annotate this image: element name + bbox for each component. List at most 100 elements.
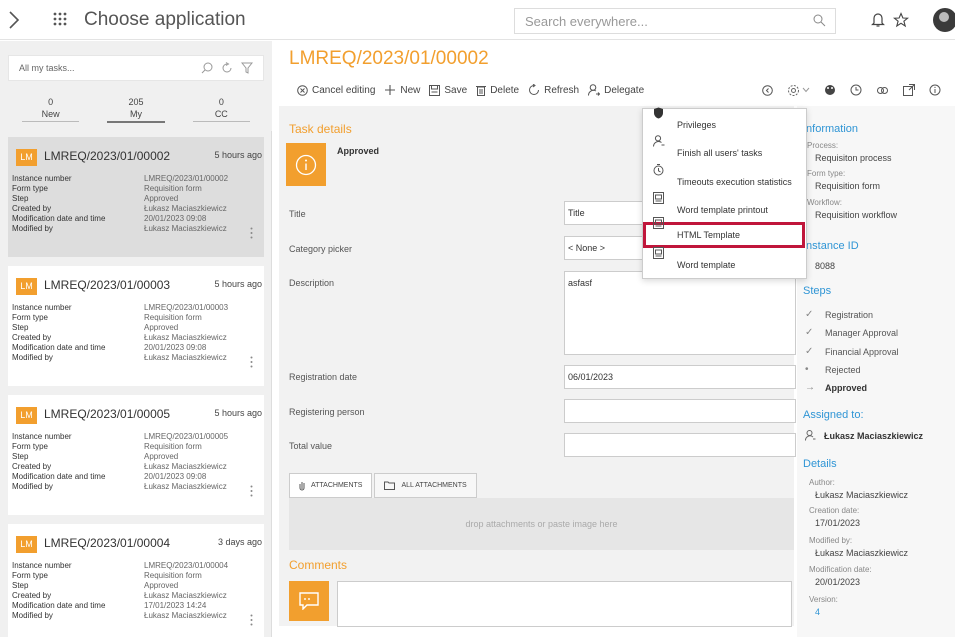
row-value: Approved: [144, 194, 179, 203]
more-options-icon[interactable]: [250, 356, 253, 368]
task-card[interactable]: LM LMREQ/2023/01/00003 5 hours ago Instance…: [8, 266, 264, 386]
star-icon[interactable]: [893, 12, 909, 28]
cancel-editing-button[interactable]: Cancel editing: [297, 85, 375, 96]
user-avatar[interactable]: [933, 8, 955, 32]
external-window-icon[interactable]: [903, 84, 915, 96]
chevron-right-icon[interactable]: [8, 11, 20, 29]
menu-item-label: Timeouts execution statistics: [677, 177, 792, 187]
row-key: Form type: [12, 571, 49, 580]
counter-new[interactable]: 0 New: [8, 96, 93, 124]
process-key: Process:: [807, 141, 839, 150]
task-card-row: Modification date and time 20/01/2023 09:…: [12, 214, 252, 224]
menu-item-word-template-printout[interactable]: Word template printout: [643, 192, 806, 222]
search-icon[interactable]: [201, 62, 213, 74]
refresh-icon[interactable]: [221, 62, 233, 74]
title-label: Title: [289, 209, 306, 219]
workflow-key: Workflow:: [807, 198, 842, 207]
delegate-button[interactable]: Delegate: [588, 84, 644, 96]
row-value: LMREQ/2023/01/00004: [144, 561, 229, 570]
task-id: LMREQ/2023/01/00005: [44, 407, 171, 421]
row-value: Łukasz Maciaszkiewicz: [144, 333, 227, 342]
description-textarea[interactable]: asfasf: [564, 271, 796, 355]
task-id: LMREQ/2023/01/00003: [44, 278, 171, 292]
row-key: Instance number: [12, 303, 72, 312]
task-card-row: Modified by Łukasz Maciaszkiewicz: [12, 224, 252, 234]
tab-attachments[interactable]: ATTACHMENTS: [289, 473, 373, 498]
version-value[interactable]: 4: [815, 607, 820, 617]
comment-input[interactable]: [337, 581, 792, 627]
attachment-drop-zone[interactable]: drop attachments or paste image here: [289, 498, 794, 550]
filter-icon[interactable]: [241, 62, 253, 74]
more-options-icon[interactable]: [250, 485, 253, 497]
author-value: Łukasz Maciaszkiewicz: [815, 490, 909, 500]
category-picker-label: Category picker: [289, 244, 353, 254]
save-label: Save: [444, 84, 468, 96]
global-search-input[interactable]: [515, 9, 785, 33]
refresh-button[interactable]: Refresh: [528, 84, 579, 96]
modification-date-key: Modification date:: [809, 565, 872, 574]
total-value-field[interactable]: [564, 433, 796, 457]
comments-title: Comments: [289, 558, 348, 572]
task-search-input[interactable]: [9, 56, 169, 80]
tab-attachments-label: ATTACHMENTS: [311, 482, 363, 489]
task-card[interactable]: LM LMREQ/2023/01/00005 5 hours ago Instance…: [8, 395, 264, 515]
counter-value: 0: [218, 97, 224, 107]
menu-item-finish-all-users-tasks[interactable]: Finish all users' tasks: [643, 135, 806, 165]
task-card[interactable]: LM LMREQ/2023/01/00004 3 days ago Instance …: [8, 524, 264, 644]
task-card[interactable]: LM LMREQ/2023/01/00002 5 hours ago Instance…: [8, 137, 264, 257]
menu-item-label: Word template: [677, 260, 736, 270]
counter-cc[interactable]: 0 CC: [179, 96, 264, 124]
task-age: 5 hours ago: [214, 150, 262, 160]
row-value: LMREQ/2023/01/00003: [144, 303, 229, 312]
search-icon[interactable]: [813, 14, 826, 27]
palette-icon[interactable]: [824, 84, 836, 96]
info-icon[interactable]: [929, 84, 941, 96]
row-key: Modified by: [12, 353, 53, 362]
row-key: Instance number: [12, 432, 72, 441]
chevron-down-icon[interactable]: [802, 86, 810, 94]
task-card-rows: Instance number LMREQ/2023/01/00003 Form t…: [12, 303, 252, 363]
bell-icon[interactable]: [871, 12, 885, 28]
menu-item-html-template[interactable]: HTML Template: [643, 217, 805, 248]
delete-button[interactable]: Delete: [476, 85, 519, 96]
step-label: Registration: [825, 309, 874, 320]
counter-label: CC: [192, 108, 250, 122]
row-value: Łukasz Maciaszkiewicz: [144, 482, 227, 491]
modified-by-value: Łukasz Maciaszkiewicz: [815, 548, 909, 558]
link-icon[interactable]: [876, 84, 889, 97]
new-label: New: [400, 84, 421, 96]
tab-all-attachments[interactable]: ALL ATTACHMENTS: [374, 473, 477, 498]
task-card-row: Modified by Łukasz Maciaszkiewicz: [12, 353, 252, 363]
delegate-user-icon: [588, 84, 604, 96]
more-options-icon[interactable]: [250, 227, 253, 239]
form-type-value: Requisition form: [815, 181, 881, 191]
menu-item-privileges[interactable]: Privileges: [643, 107, 806, 137]
gear-icon[interactable]: [787, 84, 800, 97]
toolbar: Cancel editing New Save Delete Refresh D…: [273, 78, 955, 102]
information-panel: Information Process: Requisiton process …: [797, 106, 955, 637]
more-options-icon[interactable]: [250, 614, 253, 626]
row-key: Modification date and time: [12, 343, 106, 352]
clock-icon[interactable]: [850, 84, 862, 96]
arrow-right-icon: →: [805, 382, 815, 393]
step-label: Rejected: [825, 364, 861, 375]
row-value: LMREQ/2023/01/00002: [144, 174, 229, 183]
check-icon: ✓: [805, 309, 814, 320]
save-button[interactable]: Save: [429, 84, 468, 96]
menu-item-word-template[interactable]: Word template: [643, 247, 806, 277]
app-chooser-title[interactable]: Choose application: [84, 9, 246, 31]
chevron-left-circle-icon[interactable]: [762, 84, 773, 96]
menu-item-timeouts-execution-statistics[interactable]: Timeouts execution statistics: [643, 164, 806, 194]
task-card-row: Step Approved: [12, 581, 252, 591]
assigned-user[interactable]: Łukasz Maciaszkiewicz: [805, 430, 923, 441]
registering-person-field[interactable]: [564, 399, 796, 423]
registration-date-field[interactable]: 06/01/2023: [564, 365, 796, 389]
refresh-label: Refresh: [544, 84, 580, 96]
counter-my[interactable]: 205 My: [93, 96, 178, 124]
counter-value: 205: [128, 97, 144, 107]
new-button[interactable]: New: [384, 84, 420, 96]
task-card-rows: Instance number LMREQ/2023/01/00002 Form t…: [12, 174, 252, 234]
row-value: Requisition form: [144, 313, 202, 322]
apps-grid-icon[interactable]: [53, 12, 67, 26]
page-title: LMREQ/2023/01/00002: [289, 48, 489, 69]
